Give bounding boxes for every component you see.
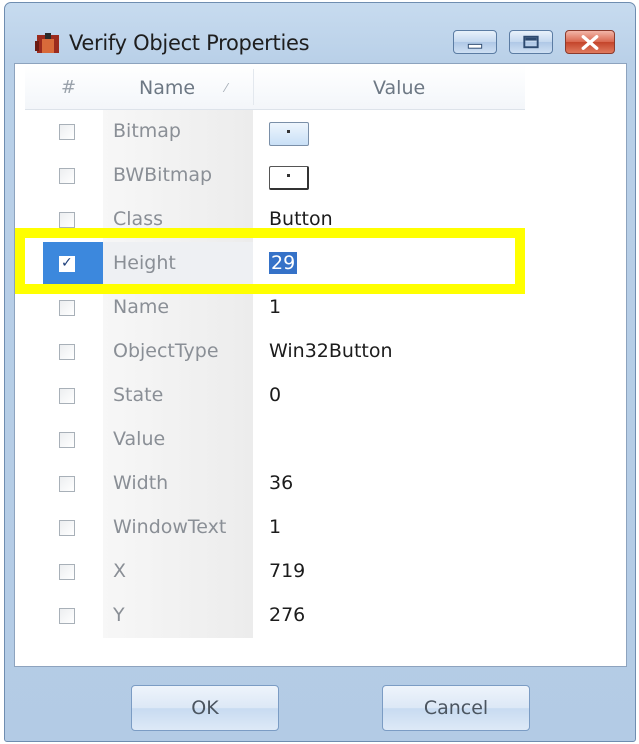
row-checkbox[interactable] (59, 564, 75, 580)
row-checkbox[interactable] (59, 388, 75, 404)
properties-panel: # Name ⁄ Value Bitmap BWBitmap Class But… (14, 63, 627, 667)
property-row-state[interactable]: State 0 (25, 374, 525, 418)
window-title: Verify Object Properties (69, 31, 310, 55)
property-row-y[interactable]: Y 276 (25, 594, 525, 638)
property-row-height[interactable]: ✓ Height 29 (25, 242, 525, 286)
table-header: # Name ⁄ Value (25, 65, 525, 110)
ok-button[interactable]: OK (131, 685, 279, 731)
property-value[interactable]: 276 (269, 604, 305, 626)
row-checkbox[interactable] (59, 608, 75, 624)
property-row-bitmap[interactable]: Bitmap (25, 110, 525, 154)
property-value[interactable]: 36 (269, 472, 293, 494)
row-checkbox[interactable] (59, 520, 75, 536)
property-row-width[interactable]: Width 36 (25, 462, 525, 506)
bitmap-preview[interactable] (269, 122, 309, 146)
sort-indicator-icon: ⁄ (225, 81, 228, 95)
row-checkbox[interactable] (59, 212, 75, 228)
cancel-button[interactable]: Cancel (382, 685, 530, 731)
header-check-column[interactable]: # (61, 77, 76, 98)
row-checkbox[interactable] (59, 344, 75, 360)
row-checkbox[interactable] (59, 300, 75, 316)
minimize-button[interactable] (453, 30, 497, 54)
property-value[interactable]: 719 (269, 560, 305, 582)
property-row-value[interactable]: Value (25, 418, 525, 462)
property-row-bwbitmap[interactable]: BWBitmap (25, 154, 525, 198)
property-row-name[interactable]: Name 1 (25, 286, 525, 330)
maximize-icon (523, 35, 539, 49)
dialog-window: Verify Object Properties # Name ⁄ Value (4, 2, 636, 742)
close-button[interactable] (565, 30, 615, 54)
property-name: Y (113, 604, 125, 626)
bwbitmap-preview[interactable] (269, 166, 309, 190)
minimize-icon (467, 43, 483, 49)
property-name: State (113, 384, 164, 406)
row-checkbox[interactable] (59, 432, 75, 448)
column-divider[interactable] (253, 69, 254, 105)
checkmark-icon: ✓ (61, 255, 73, 271)
property-name: Value (113, 428, 166, 450)
header-value-column[interactable]: Value (373, 77, 425, 99)
property-value[interactable]: 1 (269, 516, 281, 538)
property-name: ObjectType (113, 340, 219, 362)
property-name: Width (113, 472, 169, 494)
property-value[interactable]: 0 (269, 384, 281, 406)
property-value[interactable]: Button (269, 208, 333, 230)
property-name: Class (113, 208, 163, 230)
property-name: Name (113, 296, 170, 318)
property-row-x[interactable]: X 719 (25, 550, 525, 594)
title-bar[interactable]: Verify Object Properties (5, 3, 635, 63)
row-checkbox[interactable] (59, 476, 75, 492)
property-value-selected[interactable]: 29 (269, 252, 298, 274)
header-name-column[interactable]: Name (139, 77, 195, 99)
property-name: BWBitmap (113, 164, 213, 186)
property-row-windowtext[interactable]: WindowText 1 (25, 506, 525, 550)
property-name: Height (113, 252, 176, 274)
property-name: X (113, 560, 127, 582)
maximize-button[interactable] (509, 30, 553, 54)
property-name: Bitmap (113, 120, 181, 142)
property-row-objecttype[interactable]: ObjectType Win32Button (25, 330, 525, 374)
property-value[interactable]: 1 (269, 296, 281, 318)
property-value[interactable]: Win32Button (269, 340, 393, 362)
close-icon (581, 35, 599, 50)
row-checkbox[interactable] (59, 168, 75, 184)
dialog-footer: OK Cancel (14, 667, 627, 737)
row-checkbox[interactable] (59, 124, 75, 140)
property-name: WindowText (113, 516, 227, 538)
app-icon (35, 33, 59, 53)
row-checkbox-checked[interactable]: ✓ (59, 255, 75, 272)
property-row-class[interactable]: Class Button (25, 198, 525, 242)
